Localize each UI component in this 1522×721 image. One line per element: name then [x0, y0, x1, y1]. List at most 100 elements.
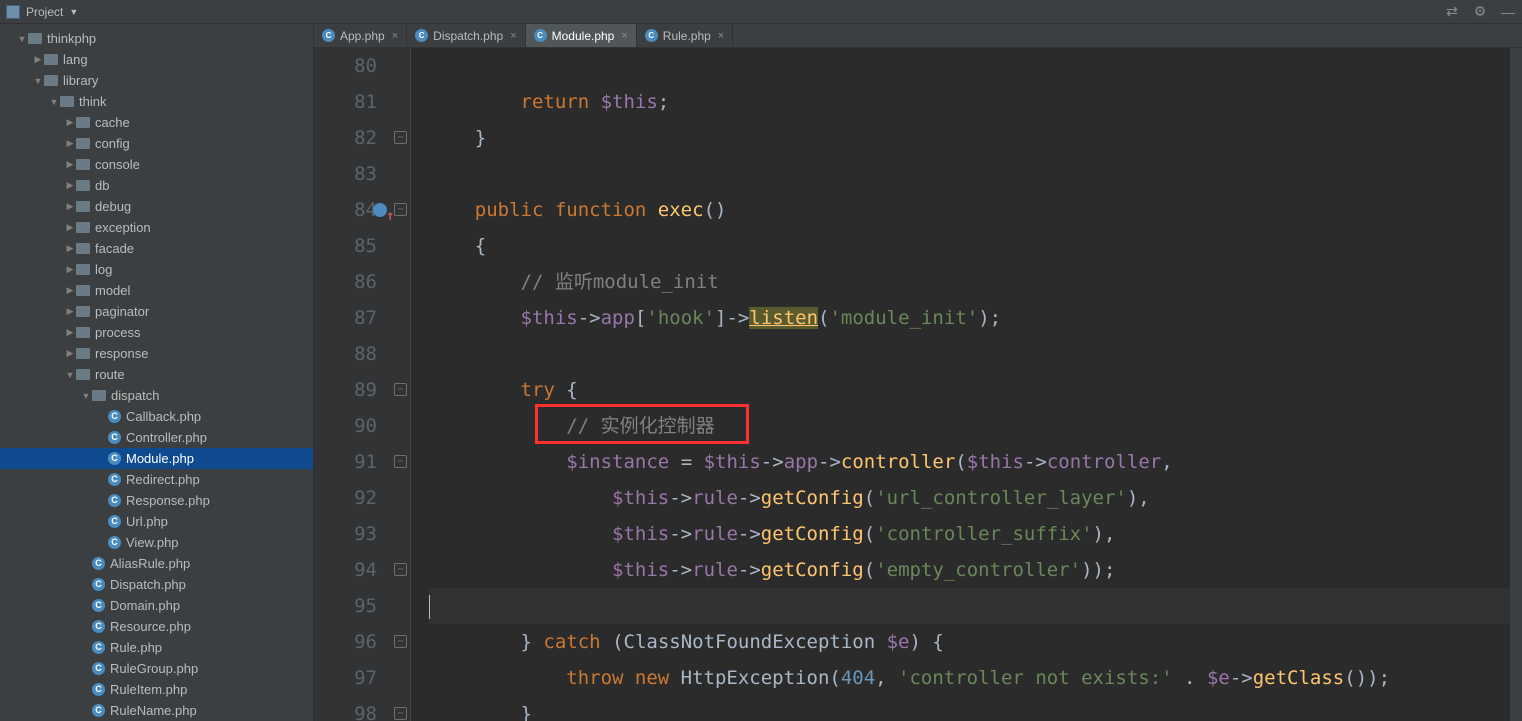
settings-slider-icon[interactable]: ⇄	[1444, 4, 1460, 20]
tree-folder-item[interactable]: thinkphp	[0, 28, 313, 49]
code-line[interactable]	[429, 48, 1510, 84]
tree-folder-item[interactable]: paginator	[0, 301, 313, 322]
code-line[interactable]: {	[429, 228, 1510, 264]
tree-folder-item[interactable]: exception	[0, 217, 313, 238]
code-line[interactable]: return $this;	[429, 84, 1510, 120]
tree-file-item[interactable]: Rule.php	[0, 637, 313, 658]
fold-toggle-icon[interactable]: −	[394, 635, 407, 648]
tree-folder-item[interactable]: facade	[0, 238, 313, 259]
tree-arrow-icon[interactable]	[64, 327, 76, 338]
tree-file-item[interactable]: RuleGroup.php	[0, 658, 313, 679]
fold-toggle-icon[interactable]: −	[394, 707, 407, 720]
editor-tab[interactable]: Dispatch.php×	[407, 24, 525, 47]
tree-file-item[interactable]: Controller.php	[0, 427, 313, 448]
code-line[interactable]: $this->rule->getConfig('url_controller_l…	[429, 480, 1510, 516]
tree-folder-item[interactable]: lang	[0, 49, 313, 70]
tree-folder-item[interactable]: debug	[0, 196, 313, 217]
code-line[interactable]: }	[429, 696, 1510, 721]
editor-tab[interactable]: Module.php×	[526, 24, 637, 47]
tree-folder-item[interactable]: log	[0, 259, 313, 280]
tree-folder-item[interactable]: route	[0, 364, 313, 385]
tree-arrow-icon[interactable]	[64, 264, 76, 275]
fold-toggle-icon[interactable]: −	[394, 383, 407, 396]
code-line[interactable]: } catch (ClassNotFoundException $e) {	[429, 624, 1510, 660]
code-line[interactable]: // 监听module_init	[429, 264, 1510, 300]
code-line[interactable]	[429, 156, 1510, 192]
tab-label: App.php	[340, 29, 385, 43]
tree-arrow-icon[interactable]	[16, 34, 28, 44]
tree-arrow-icon[interactable]	[32, 54, 44, 65]
php-class-icon	[108, 452, 121, 465]
tree-arrow-icon[interactable]	[64, 222, 76, 233]
tree-folder-item[interactable]: process	[0, 322, 313, 343]
tree-file-item[interactable]: Url.php	[0, 511, 313, 532]
tree-item-label: facade	[95, 241, 134, 256]
tree-arrow-icon[interactable]	[64, 138, 76, 149]
code-editor[interactable]: 80818283848586878889909192939495969798 −…	[314, 48, 1522, 721]
close-icon[interactable]: ×	[510, 30, 516, 42]
tree-arrow-icon[interactable]	[64, 370, 76, 380]
tree-arrow-icon[interactable]	[64, 306, 76, 317]
tree-arrow-icon[interactable]	[64, 348, 76, 359]
code-line[interactable]: }	[429, 120, 1510, 156]
editor-tab[interactable]: Rule.php×	[637, 24, 733, 47]
close-icon[interactable]: ×	[392, 30, 398, 42]
tree-file-item[interactable]: AliasRule.php	[0, 553, 313, 574]
tree-folder-item[interactable]: response	[0, 343, 313, 364]
php-class-icon	[534, 29, 547, 42]
tree-file-item[interactable]: RuleItem.php	[0, 679, 313, 700]
vertical-scrollbar[interactable]	[1510, 48, 1522, 721]
tree-folder-item[interactable]: console	[0, 154, 313, 175]
tree-folder-item[interactable]: library	[0, 70, 313, 91]
code-line[interactable]: $this->rule->getConfig('empty_controller…	[429, 552, 1510, 588]
collapse-icon[interactable]: ―	[1500, 4, 1516, 20]
tree-item-label: db	[95, 178, 109, 193]
project-tree-panel[interactable]: thinkphplanglibrarythinkcacheconfigconso…	[0, 24, 314, 721]
tree-folder-item[interactable]: model	[0, 280, 313, 301]
fold-toggle-icon[interactable]: −	[394, 203, 407, 216]
tree-folder-item[interactable]: dispatch	[0, 385, 313, 406]
tree-file-item[interactable]: Response.php	[0, 490, 313, 511]
code-line[interactable]: $this->app['hook']->listen('module_init'…	[429, 300, 1510, 336]
tree-file-item[interactable]: Domain.php	[0, 595, 313, 616]
code-line[interactable]: $instance = $this->app->controller($this…	[429, 444, 1510, 480]
project-selector[interactable]: Project ▼	[0, 5, 78, 19]
tree-file-item[interactable]: Redirect.php	[0, 469, 313, 490]
tree-arrow-icon[interactable]	[64, 285, 76, 296]
tree-arrow-icon[interactable]	[64, 243, 76, 254]
tree-folder-item[interactable]: cache	[0, 112, 313, 133]
tree-arrow-icon[interactable]	[64, 117, 76, 128]
code-line[interactable]: throw new HttpException(404, 'controller…	[429, 660, 1510, 696]
gear-icon[interactable]: ⚙	[1472, 4, 1488, 20]
tree-arrow-icon[interactable]	[32, 76, 44, 86]
fold-toggle-icon[interactable]: −	[394, 563, 407, 576]
close-icon[interactable]: ×	[718, 30, 724, 42]
tree-arrow-icon[interactable]	[64, 180, 76, 191]
tree-arrow-icon[interactable]	[64, 159, 76, 170]
code-line[interactable]: $this->rule->getConfig('controller_suffi…	[429, 516, 1510, 552]
editor-tab[interactable]: App.php ×	[314, 24, 407, 47]
code-line[interactable]	[429, 588, 1510, 624]
tree-arrow-icon[interactable]	[64, 201, 76, 212]
code-line[interactable]: public function exec()	[429, 192, 1510, 228]
tree-file-item[interactable]: Dispatch.php	[0, 574, 313, 595]
tree-folder-item[interactable]: db	[0, 175, 313, 196]
fold-toggle-icon[interactable]: −	[394, 131, 407, 144]
fold-toggle-icon[interactable]: −	[394, 455, 407, 468]
tree-folder-item[interactable]: think	[0, 91, 313, 112]
line-number: 80	[314, 48, 377, 84]
tree-file-item[interactable]: View.php	[0, 532, 313, 553]
tree-folder-item[interactable]: config	[0, 133, 313, 154]
tree-file-item[interactable]: RuleName.php	[0, 700, 313, 721]
override-method-icon[interactable]	[373, 203, 387, 217]
fold-gutter[interactable]: −−↑−−−−−	[391, 48, 411, 721]
tree-file-item[interactable]: Resource.php	[0, 616, 313, 637]
close-icon[interactable]: ×	[621, 30, 627, 42]
tree-file-item[interactable]: Module.php	[0, 448, 313, 469]
tree-arrow-icon[interactable]	[80, 391, 92, 401]
code-content[interactable]: return $this; } public function exec() {…	[411, 48, 1510, 721]
code-line[interactable]	[429, 336, 1510, 372]
tree-arrow-icon[interactable]	[48, 97, 60, 107]
tree-file-item[interactable]: Callback.php	[0, 406, 313, 427]
code-line[interactable]: try {	[429, 372, 1510, 408]
